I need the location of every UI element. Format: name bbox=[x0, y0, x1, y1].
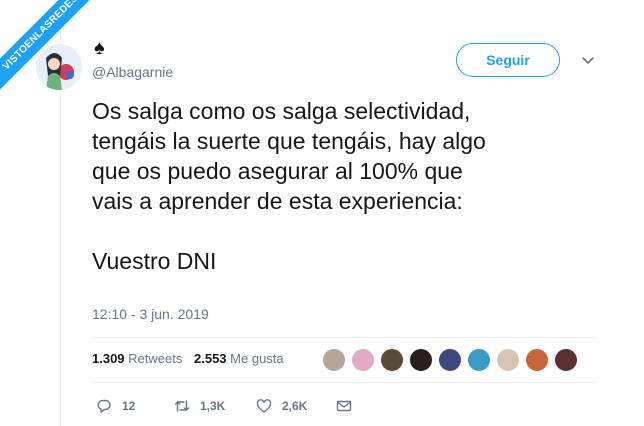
follow-button[interactable]: Seguir bbox=[456, 43, 560, 77]
liker-avatar[interactable] bbox=[467, 348, 491, 372]
likes-label: Me gusta bbox=[230, 351, 284, 366]
avatar[interactable] bbox=[36, 44, 82, 90]
user-handle[interactable]: @Albagarnie bbox=[92, 64, 173, 80]
heart-icon bbox=[256, 399, 272, 413]
likes-stat[interactable]: 2.553 Me gusta bbox=[194, 351, 284, 366]
liker-avatar[interactable] bbox=[351, 348, 375, 372]
mail-icon bbox=[336, 400, 352, 412]
retweets-label: Retweets bbox=[128, 351, 183, 366]
retweets-count: 1.309 bbox=[92, 351, 125, 366]
liker-avatar[interactable] bbox=[380, 348, 404, 372]
divider bbox=[92, 382, 596, 383]
tweet-text: Os salga como os salga selectividad, ten… bbox=[92, 98, 486, 274]
dm-action[interactable] bbox=[336, 396, 352, 416]
reply-count: 12 bbox=[122, 399, 136, 413]
reply-action[interactable]: 12 bbox=[96, 396, 135, 416]
like-action[interactable]: 2,6K bbox=[256, 396, 307, 416]
liker-avatar[interactable] bbox=[554, 348, 578, 372]
liker-avatar[interactable] bbox=[438, 348, 462, 372]
display-name[interactable]: ♠ bbox=[94, 38, 105, 58]
reply-icon bbox=[97, 399, 111, 413]
liker-avatar[interactable] bbox=[322, 348, 346, 372]
likes-count: 2.553 bbox=[194, 351, 227, 366]
avatar-illustration bbox=[36, 44, 82, 90]
liker-avatar[interactable] bbox=[525, 348, 549, 372]
liker-avatar[interactable] bbox=[496, 348, 520, 372]
chevron-down-icon[interactable] bbox=[580, 52, 596, 68]
tweet-stats: 1.309 Retweets 2.553 Me gusta bbox=[92, 351, 292, 366]
retweet-count: 1,3K bbox=[200, 399, 226, 413]
retweets-stat[interactable]: 1.309 Retweets bbox=[92, 351, 182, 366]
liker-avatar[interactable] bbox=[409, 348, 433, 372]
retweet-action[interactable]: 1,3K bbox=[174, 396, 225, 416]
like-count: 2,6K bbox=[282, 399, 308, 413]
tweet-timestamp[interactable]: 12:10 - 3 jun. 2019 bbox=[92, 306, 209, 322]
retweet-icon bbox=[174, 400, 190, 412]
divider bbox=[92, 337, 596, 338]
